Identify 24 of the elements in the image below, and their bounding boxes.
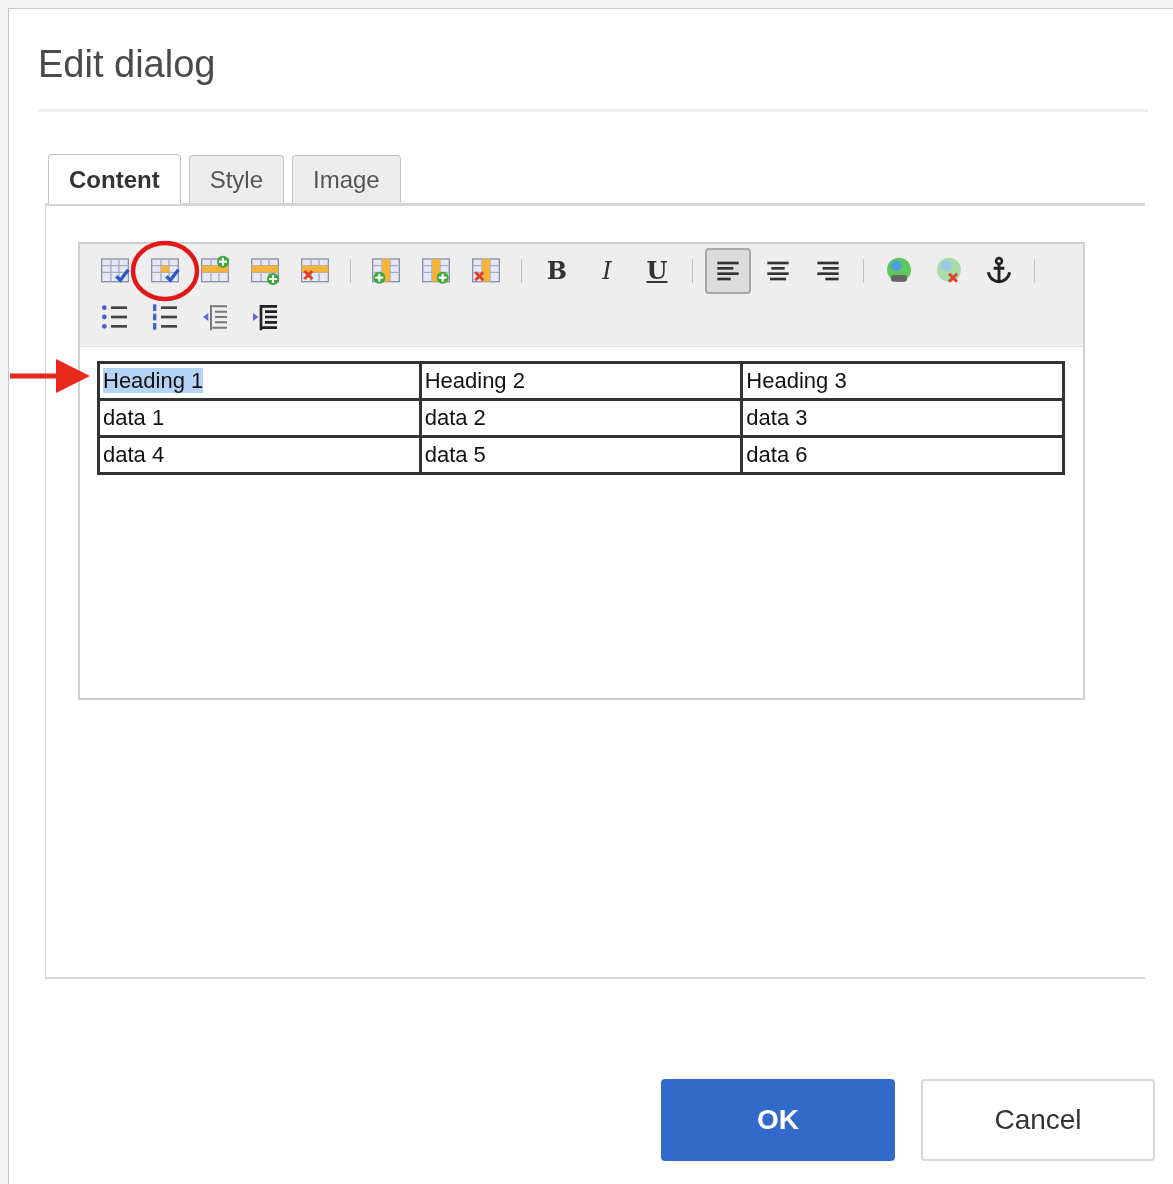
tab[interactable]: Style: [188, 155, 284, 203]
annotation-arrow-icon: [10, 357, 90, 395]
table-cell-text: data 5: [424, 442, 486, 467]
table-cell-text: data 4: [103, 442, 165, 467]
tab[interactable]: Image: [292, 155, 401, 203]
bold-button[interactable]: B: [534, 248, 580, 294]
cancel-button[interactable]: Cancel: [921, 1079, 1155, 1161]
table-cell-text: Heading 2: [424, 368, 525, 393]
tab[interactable]: Content: [48, 154, 181, 204]
italic-button[interactable]: I: [584, 248, 630, 294]
table-cell-text: data 3: [746, 405, 808, 430]
column-add-icon: [370, 255, 402, 287]
annotation-circle-icon: [130, 240, 200, 302]
ok-button[interactable]: OK: [661, 1079, 895, 1161]
table-cell-text: data 2: [424, 405, 486, 430]
underline-button[interactable]: U: [634, 248, 680, 294]
row-add-icon: [249, 255, 281, 287]
table-cell-text: Heading 3: [746, 368, 847, 393]
table-cell-text: data 6: [746, 442, 808, 467]
table-cell-text: data 1: [103, 405, 165, 430]
dialog-title: Edit dialog: [38, 42, 217, 87]
column-add-icon: [420, 255, 452, 287]
table-cell-text: Heading 1: [103, 368, 204, 393]
align-left-button[interactable]: [705, 248, 751, 294]
